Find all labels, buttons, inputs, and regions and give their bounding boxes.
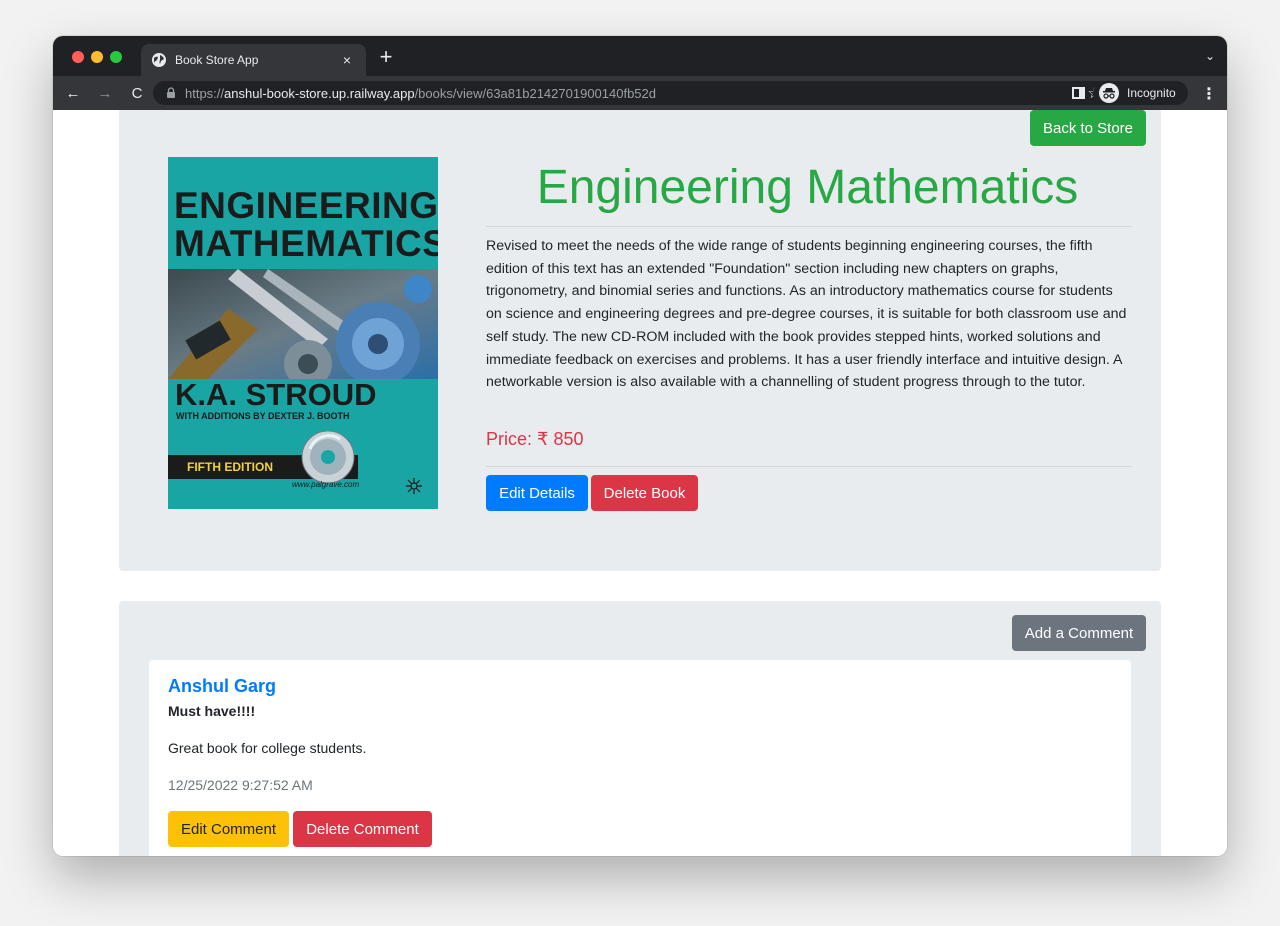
cd-rom-icon (301, 430, 355, 484)
url-path: /books/view/63a81b2142701900140fb52d (414, 85, 656, 101)
tab-strip: Book Store App × + ⌄ (53, 36, 1227, 76)
tab-search-chevron-icon[interactable]: ⌄ (1205, 49, 1215, 63)
new-tab-button[interactable]: + (375, 45, 397, 69)
browser-window: Book Store App × + ⌄ ← → C https://anshu… (53, 36, 1227, 856)
cover-title-line1: ENGINEERING (174, 185, 438, 226)
incognito-indicator[interactable]: Incognito (1093, 81, 1188, 105)
url-text: https://anshul-book-store.up.railway.app… (185, 86, 656, 101)
book-title: Engineering Mathematics (536, 161, 1079, 214)
cover-edition: FIFTH EDITION (187, 460, 273, 474)
title-divider (486, 226, 1132, 227)
comment-body: Great book for college students. (168, 740, 367, 756)
cover-author: K.A. STROUD (175, 377, 377, 412)
address-bar[interactable]: https://anshul-book-store.up.railway.app… (153, 81, 1113, 105)
comment-timestamp: 12/25/2022 9:27:52 AM (168, 777, 313, 793)
comment-headline: Must have!!!! (168, 703, 256, 719)
add-comment-button[interactable]: Add a Comment (1012, 615, 1146, 651)
minimize-window-button[interactable] (91, 51, 103, 63)
cover-title-line2: MATHEMATICS (174, 223, 438, 264)
delete-book-button[interactable]: Delete Book (591, 475, 698, 511)
palgrave-logo-icon (406, 478, 422, 494)
book-price: Price: ₹ 850 (486, 429, 584, 449)
incognito-label: Incognito (1127, 86, 1176, 100)
book-description: Revised to meet the needs of the wide ra… (486, 238, 1127, 391)
cover-title: ENGINEERING MATHEMATICS (174, 185, 438, 264)
side-panel-icon[interactable] (1072, 87, 1085, 99)
url-host: anshul-book-store.up.railway.app (224, 85, 415, 101)
comment-author: Anshul Garg (168, 676, 277, 696)
tab-title: Book Store App (175, 53, 259, 67)
incognito-icon (1099, 83, 1119, 103)
tab-close-icon[interactable]: × (338, 52, 356, 68)
page-viewport: Back to Store ENGINEERING MATHEMATICS K.… (53, 110, 1227, 856)
cover-gears-artwork (168, 269, 438, 379)
close-window-button[interactable] (72, 51, 84, 63)
comments-card: Add a Comment Anshul Garg Must have!!!! … (119, 601, 1161, 856)
delete-comment-button[interactable]: Delete Comment (293, 811, 432, 847)
url-scheme: https:// (185, 85, 225, 101)
cover-publisher-url: www.palgrave.com (292, 480, 360, 489)
back-to-store-button[interactable]: Back to Store (1030, 110, 1146, 146)
cover-additions: WITH ADDITIONS BY DEXTER J. BOOTH (176, 411, 350, 421)
zoom-window-button[interactable] (110, 51, 122, 63)
comment-item: Anshul Garg Must have!!!! Great book for… (149, 660, 1131, 856)
back-arrow-icon[interactable]: ← (61, 85, 85, 102)
book-detail-card: Back to Store ENGINEERING MATHEMATICS K.… (119, 110, 1161, 571)
reload-icon[interactable]: C (125, 85, 149, 102)
edit-comment-button[interactable]: Edit Comment (168, 811, 289, 847)
browser-toolbar: ← → C https://anshul-book-store.up.railw… (53, 76, 1227, 110)
browser-menu-icon[interactable]: ⋮ (1201, 84, 1217, 104)
book-cover-image: ENGINEERING MATHEMATICS K.A. STROUD WITH… (168, 157, 438, 509)
forward-arrow-icon[interactable]: → (93, 85, 117, 102)
tab-book-store[interactable]: Book Store App × (141, 44, 366, 76)
lock-icon (166, 87, 176, 99)
edit-details-button[interactable]: Edit Details (486, 475, 588, 511)
price-divider (486, 466, 1132, 467)
globe-icon (151, 52, 167, 68)
